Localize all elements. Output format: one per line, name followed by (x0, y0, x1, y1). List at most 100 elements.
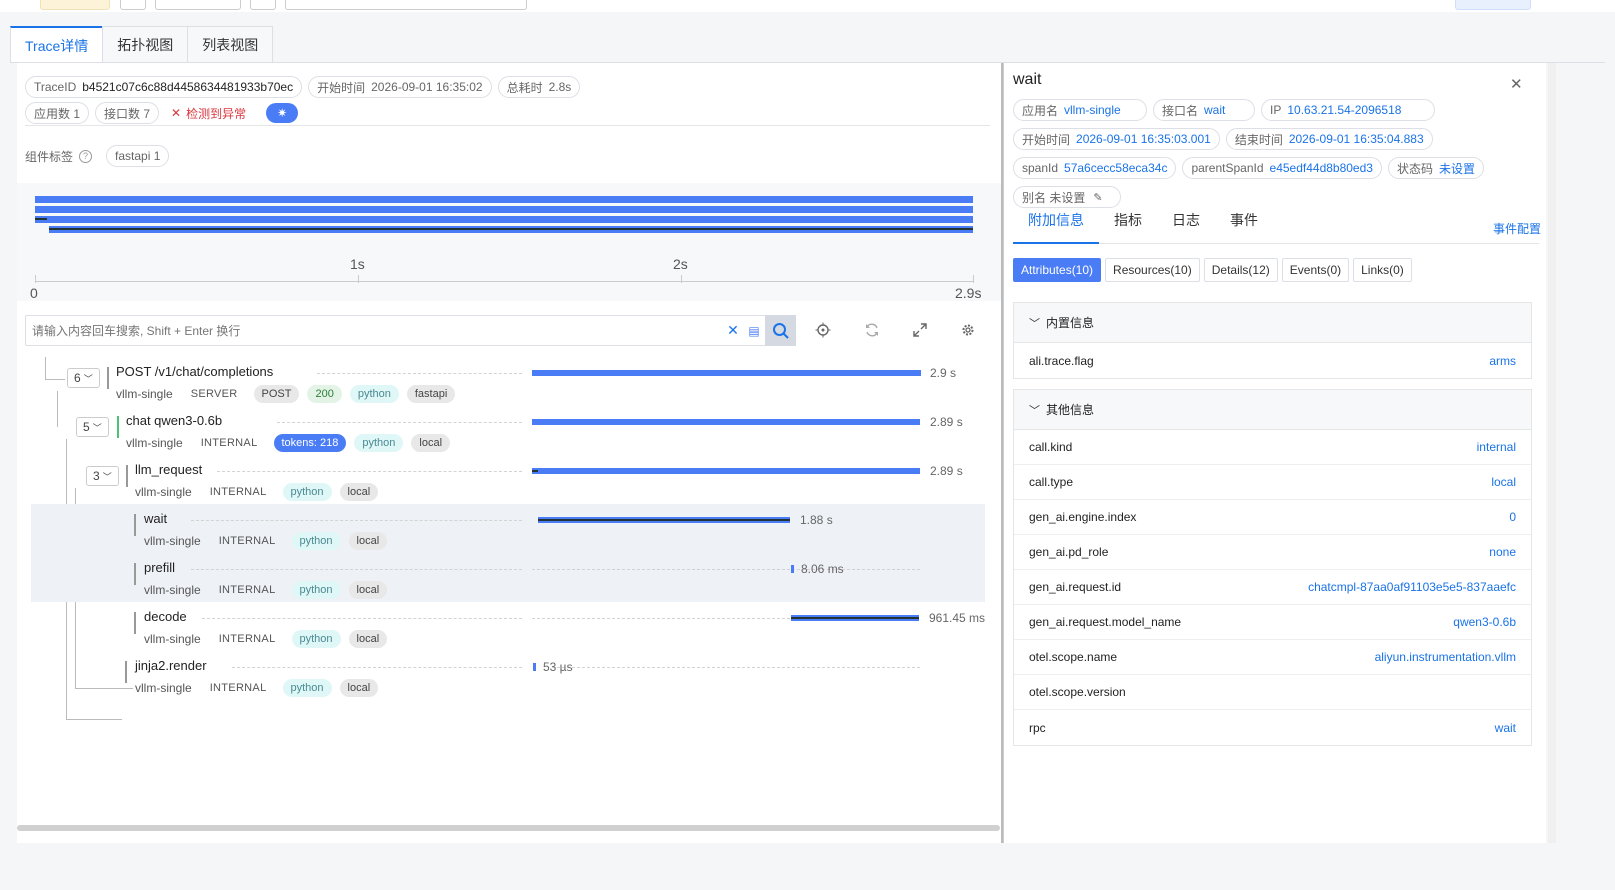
spanid-chip[interactable]: spanId 57a6cecc58eca34c (1013, 157, 1177, 179)
api-label: 接口名 (1162, 103, 1199, 118)
span-row-selected[interactable]: wait vllm-single INTERNAL python local 1… (31, 504, 985, 553)
start-value: 2026-09-01 16:35:03.001 (1076, 132, 1211, 146)
close-icon[interactable]: ✕ (1510, 75, 1523, 93)
start-time-chip: 开始时间 2026-09-01 16:35:03.001 (1013, 128, 1220, 150)
span-tag: python (291, 581, 341, 599)
span-bar (532, 468, 920, 474)
attribute-value[interactable]: aliyun.instrumentation.vllm (1375, 650, 1516, 664)
duration-value: 2.8s (548, 80, 572, 94)
refresh-icon[interactable] (863, 321, 881, 339)
span-row[interactable]: 3 ﹀ llm_request vllm-single INTERNAL pyth… (17, 455, 1002, 504)
span-tag: fastapi (406, 385, 456, 403)
segment-resources[interactable]: Resources(10) (1105, 258, 1200, 282)
expand-icon[interactable] (911, 321, 929, 339)
ip-chip[interactable]: IP 10.63.21.54-2096518 (1261, 99, 1435, 121)
help-icon[interactable]: ? (79, 149, 93, 163)
attribute-value[interactable]: wait (1495, 721, 1516, 735)
child-count[interactable]: 5 ﹀ (76, 417, 109, 437)
span-app: vllm-single (116, 387, 173, 401)
component-tag[interactable]: fastapi 1 (106, 145, 170, 167)
attribute-key: gen_ai.engine.index (1029, 510, 1137, 524)
span-meta: vllm-single INTERNAL python local (135, 679, 379, 697)
toolbar-control[interactable] (1455, 0, 1531, 10)
view-tabs: Trace详情 拓扑视图 列表视图 (10, 26, 274, 63)
span-row[interactable]: jinja2.render vllm-single INTERNAL pytho… (17, 651, 1002, 700)
span-guide (232, 667, 522, 668)
span-tag: python (291, 532, 341, 550)
panel-title: 内置信息 (1046, 316, 1095, 330)
attribute-value[interactable]: internal (1477, 440, 1516, 454)
span-tag: python (282, 679, 332, 697)
other-info-panel: ﹀ 其他信息 call.kind internal call.type local g… (1013, 389, 1532, 746)
attribute-value[interactable]: arms (1489, 354, 1516, 368)
span-search: ✕ ▤ (25, 315, 796, 346)
api-value: wait (1204, 103, 1226, 117)
child-count[interactable]: 3 ﹀ (86, 466, 119, 486)
traceid-chip[interactable]: TraceID b4521c07c6c88d4458634481933b70ec (25, 76, 303, 98)
tab-extra-info[interactable]: 附加信息 (1013, 210, 1099, 244)
span-row[interactable]: 5 ﹀ chat qwen3-0.6b vllm-single INTERNAL … (17, 406, 1002, 455)
paste-icon[interactable]: ▤ (743, 324, 765, 338)
span-row[interactable]: decode vllm-single INTERNAL python local… (17, 602, 1002, 651)
child-count[interactable]: 6 ﹀ (67, 368, 100, 388)
start-label: 开始时间 (317, 80, 366, 95)
locate-icon[interactable] (814, 321, 832, 339)
search-button[interactable] (765, 315, 796, 346)
start-label: 开始时间 (1022, 132, 1071, 147)
search-input[interactable] (26, 316, 723, 345)
component-tags: 组件标签 ? fastapi 1 (25, 145, 170, 167)
detail-chips-row: spanId 57a6cecc58eca34c parentSpanId e45ed… (1013, 157, 1484, 179)
attribute-value[interactable]: qwen3-0.6b (1453, 615, 1516, 629)
span-tag: python (349, 385, 399, 403)
horizontal-scrollbar[interactable] (17, 825, 1000, 831)
search-icon (772, 322, 789, 339)
parent-spanid-chip[interactable]: parentSpanId e45edf44d8b80ed3 (1182, 157, 1382, 179)
panel-header[interactable]: ﹀ 内置信息 (1014, 303, 1531, 343)
attribute-value[interactable]: none (1489, 545, 1516, 559)
panel-header[interactable]: ﹀ 其他信息 (1014, 390, 1531, 430)
detail-chips-row: 开始时间 2026-09-01 16:35:03.001 结束时间 2026-09-… (1013, 128, 1433, 150)
child-count-value: 3 (93, 469, 100, 483)
segment-events[interactable]: Events(0) (1281, 258, 1350, 282)
tab-logs[interactable]: 日志 (1157, 210, 1215, 244)
app-name-chip[interactable]: 应用名 vllm-single (1013, 99, 1147, 121)
attribute-value[interactable]: chatcmpl-87aa0af91103e5e5-837aaefc (1308, 580, 1516, 594)
tab-events[interactable]: 事件 (1215, 210, 1273, 244)
anomaly-toggle[interactable]: ✷ (266, 103, 299, 123)
span-kind: INTERNAL (209, 486, 267, 498)
duration-label: 总耗时 (506, 80, 543, 95)
span-guide (217, 471, 522, 472)
tab-list[interactable]: 列表视图 (187, 26, 274, 63)
attribute-value[interactable]: local (1491, 475, 1516, 489)
tab-metrics[interactable]: 指标 (1099, 210, 1157, 244)
span-tag: python (354, 434, 404, 452)
vertical-scrollbar[interactable] (1548, 63, 1556, 843)
event-config-link[interactable]: 事件配置 (1493, 220, 1541, 237)
span-duration: 2.89 s (930, 464, 963, 478)
tree-connector (66, 719, 122, 720)
span-row[interactable]: 6 ﹀ POST /v1/chat/completions vllm-single… (17, 357, 1002, 406)
tab-trace-detail[interactable]: Trace详情 (10, 26, 104, 63)
ip-value: 10.63.21.54-2096518 (1287, 103, 1402, 117)
segment-links[interactable]: Links(0) (1353, 258, 1412, 282)
toolbar-control[interactable] (250, 0, 276, 10)
segment-details[interactable]: Details(12) (1203, 258, 1278, 282)
edit-icon[interactable]: ✎ (1093, 191, 1102, 204)
span-guide (552, 667, 920, 668)
toolbar-control[interactable] (155, 0, 241, 10)
segment-attributes[interactable]: Attributes(10) (1013, 258, 1102, 282)
span-app: vllm-single (135, 485, 192, 499)
api-name-chip[interactable]: 接口名 wait (1153, 99, 1255, 121)
span-row[interactable]: prefill vllm-single INTERNAL python loca… (31, 553, 985, 602)
span-indicator (126, 465, 128, 487)
toolbar-control[interactable] (120, 0, 146, 10)
clear-icon[interactable]: ✕ (723, 322, 743, 339)
toolbar-input[interactable] (285, 0, 527, 10)
gear-icon[interactable] (959, 321, 977, 339)
timeline-overview[interactable]: 1s 2s 0 2.9s (17, 183, 1002, 301)
toolbar-control[interactable] (40, 0, 110, 10)
overview-bar (35, 216, 973, 223)
span-kind: INTERNAL (218, 584, 276, 596)
attribute-value[interactable]: 0 (1509, 510, 1516, 524)
tab-topology[interactable]: 拓扑视图 (102, 26, 189, 63)
